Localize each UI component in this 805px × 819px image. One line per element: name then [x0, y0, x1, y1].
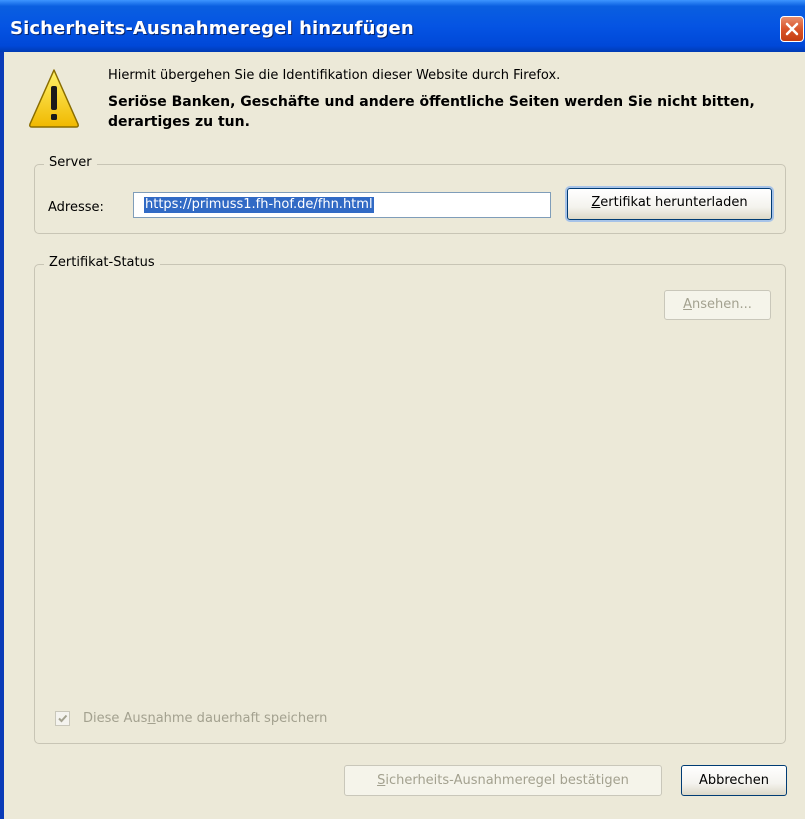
- permanent-exception-label: Diese Ausnahme dauerhaft speichern: [83, 711, 328, 726]
- view-certificate-button[interactable]: Ansehen...: [664, 290, 771, 320]
- window-title: Sicherheits-Ausnahmeregel hinzufügen: [10, 18, 414, 39]
- certificate-status-label: Zertifikat-Status: [44, 255, 160, 270]
- window-frame-left: [0, 0, 4, 819]
- check-icon: [58, 714, 68, 723]
- download-certificate-button[interactable]: Zertifikat herunterladen: [567, 188, 772, 220]
- cancel-button[interactable]: Abbrechen: [681, 765, 787, 796]
- info-message: Hiermit übergehen Sie die Identifikation…: [108, 68, 561, 83]
- confirm-exception-button[interactable]: Sicherheits-Ausnahmeregel bestätigen: [344, 765, 662, 796]
- server-group-label: Server: [44, 155, 97, 170]
- warning-message: Seriöse Banken, Geschäfte und andere öff…: [108, 94, 755, 130]
- checkbox-box[interactable]: [55, 711, 70, 726]
- title-bar[interactable]: Sicherheits-Ausnahmeregel hinzufügen: [0, 0, 805, 52]
- address-label: Adresse:: [48, 200, 104, 215]
- close-button[interactable]: [780, 16, 804, 42]
- warning-icon: [29, 69, 79, 128]
- address-value: https://primuss1.fh-hof.de/fhn.html: [144, 197, 374, 213]
- certificate-status-group: [34, 264, 786, 744]
- address-input[interactable]: https://primuss1.fh-hof.de/fhn.html: [133, 192, 551, 218]
- close-icon: [785, 22, 799, 36]
